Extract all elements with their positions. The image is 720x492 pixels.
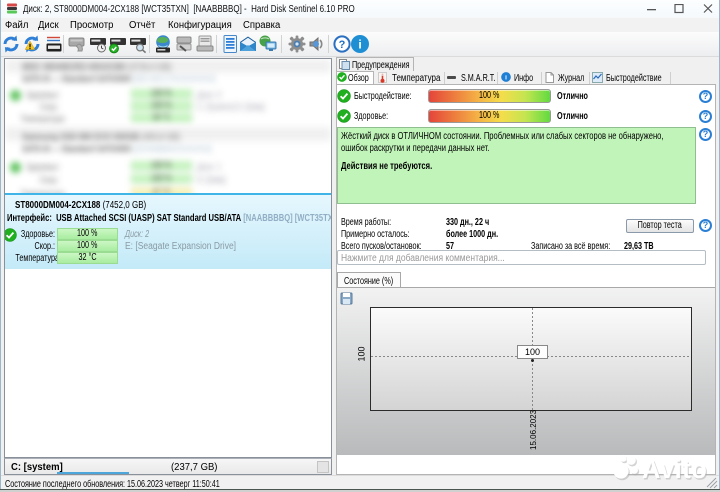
- svg-text:i: i: [505, 75, 507, 82]
- svg-text:i: i: [358, 38, 361, 52]
- svg-text:?: ?: [339, 39, 346, 51]
- svg-text:Avito: Avito: [642, 456, 707, 484]
